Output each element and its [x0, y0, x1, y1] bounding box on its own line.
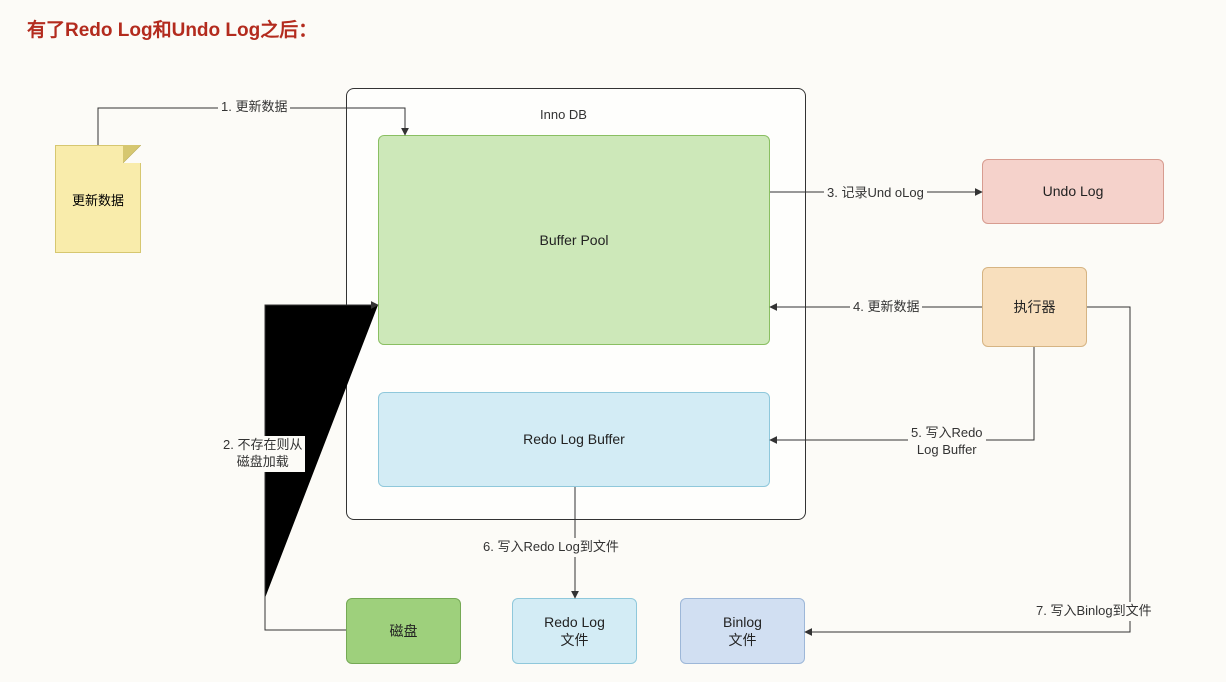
redolog-file-box: Redo Log文件 — [512, 598, 637, 664]
edge-label-2: 2. 不存在则从磁盘加载 — [220, 436, 305, 472]
edge-label-5: 5. 写入RedoLog Buffer — [908, 424, 986, 460]
note-text: 更新数据 — [72, 190, 124, 209]
buffer-pool-box: Buffer Pool — [378, 135, 770, 345]
edge-label-3: 3. 记录Und oLog — [824, 184, 927, 203]
diagram-canvas: Inno DB Buffer Pool Redo Log Buffer 更新数据… — [0, 0, 1226, 682]
disk-box: 磁盘 — [346, 598, 461, 664]
edge-label-7: 7. 写入Binlog到文件 — [1033, 602, 1155, 621]
executor-box: 执行器 — [982, 267, 1087, 347]
undo-log-box: Undo Log — [982, 159, 1164, 224]
edge-label-1: 1. 更新数据 — [218, 98, 290, 117]
update-data-note: 更新数据 — [55, 145, 141, 253]
edge-label-6: 6. 写入Redo Log到文件 — [480, 538, 622, 557]
edge-label-4: 4. 更新数据 — [850, 298, 922, 317]
innodb-label: Inno DB — [540, 107, 587, 122]
binlog-file-box: Binlog文件 — [680, 598, 805, 664]
redo-log-buffer-box: Redo Log Buffer — [378, 392, 770, 487]
note-fold-icon — [123, 145, 141, 163]
